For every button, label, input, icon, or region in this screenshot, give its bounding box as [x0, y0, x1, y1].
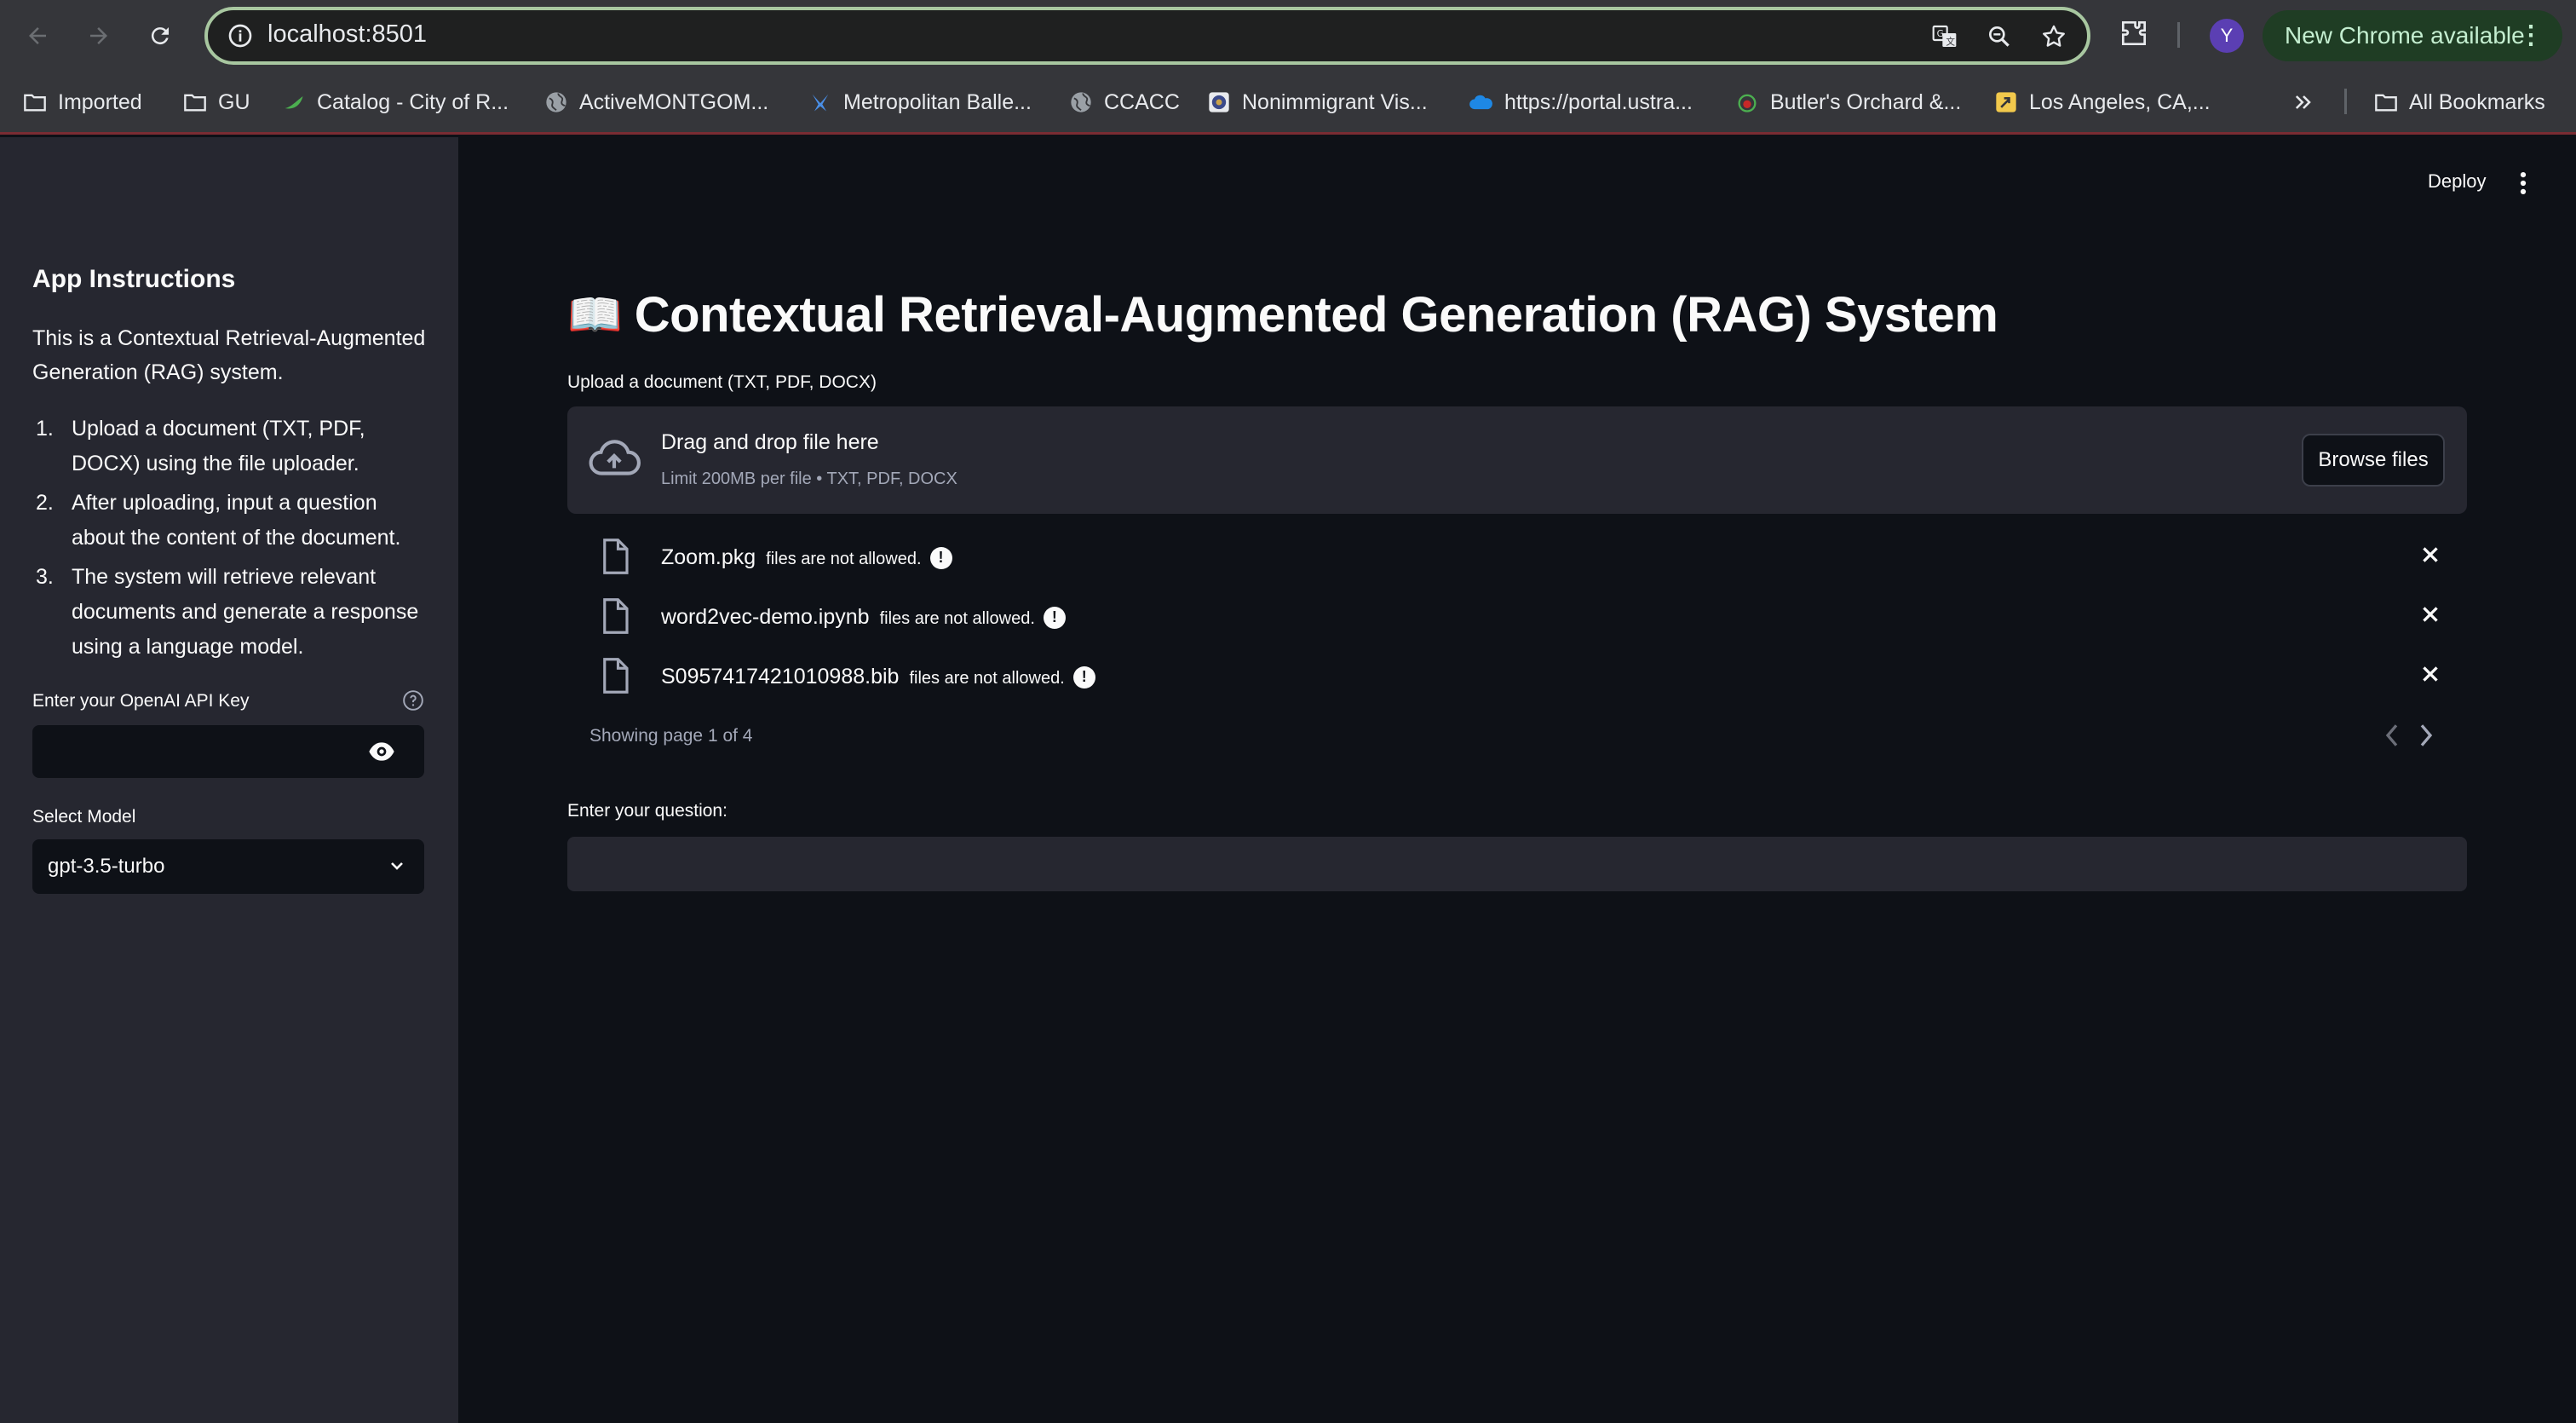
- bookmarks-bar: Imported GU Catalog - City of R... Activ…: [0, 72, 2576, 135]
- file-document-icon: [600, 658, 630, 698]
- zoom-icon[interactable]: [1981, 19, 2017, 55]
- bookmark-catalog-city[interactable]: Catalog - City of R...: [281, 85, 509, 119]
- file-document-icon: [600, 598, 630, 638]
- error-alert-icon: !: [1072, 665, 1095, 688]
- globe-icon: [1068, 89, 1094, 115]
- all-bookmarks[interactable]: All Bookmarks: [2373, 85, 2545, 119]
- folder-icon: [182, 89, 208, 115]
- file-name: Zoom.pkg: [661, 545, 756, 569]
- svg-text:文: 文: [1946, 36, 1955, 47]
- dropzone-limits: Limit 200MB per file • TXT, PDF, DOCX: [661, 470, 957, 488]
- file-dropzone[interactable]: Drag and drop file here Limit 200MB per …: [567, 406, 2467, 514]
- browser-toolbar: localhost:8501 G文 Y New Chrome available…: [0, 0, 2576, 72]
- model-select-label: Select Model: [32, 807, 136, 827]
- bookmark-butlers-orchard[interactable]: Butler's Orchard &...: [1734, 85, 1961, 119]
- star-icon: [808, 89, 833, 115]
- pagination-controls: [2382, 723, 2436, 752]
- leaf-icon: [281, 89, 307, 115]
- bookmark-nonimmigrant-visa[interactable]: Nonimmigrant Vis...: [1206, 85, 1428, 119]
- profile-avatar[interactable]: Y: [2210, 19, 2244, 53]
- page-title-text: Contextual Retrieval-Augmented Generatio…: [634, 287, 1998, 343]
- upload-label: Upload a document (TXT, PDF, DOCX): [567, 372, 877, 392]
- reload-icon[interactable]: [143, 19, 177, 53]
- uploaded-file-row: word2vec-demo.ipynb files are not allowed…: [567, 591, 2467, 642]
- previous-page-chevron-icon[interactable]: [2382, 723, 2402, 752]
- bookmark-los-angeles[interactable]: Los Angeles, CA,...: [1993, 85, 2211, 119]
- sidebar-title: App Instructions: [32, 265, 236, 293]
- page-title: 📖 Contextual Retrieval-Augmented Generat…: [567, 286, 1998, 343]
- apple-icon: [1734, 89, 1760, 115]
- remove-file-close-icon[interactable]: [2419, 603, 2441, 630]
- bookmarks-separator: [2344, 89, 2347, 114]
- sidebar: App Instructions This is a Contextual Re…: [0, 137, 458, 1423]
- cloud-icon: [1469, 89, 1494, 115]
- instruction-step: 2. After uploading, input a question abou…: [36, 491, 401, 550]
- model-select-value: gpt-3.5-turbo: [48, 855, 165, 878]
- uploaded-file-row: Zoom.pkg files are not allowed.!: [567, 532, 2467, 583]
- show-password-eye-icon[interactable]: [368, 740, 395, 767]
- file-error-message: files are not allowed.: [879, 609, 1035, 628]
- remove-file-close-icon[interactable]: [2419, 544, 2441, 570]
- question-label: Enter your question:: [567, 801, 727, 821]
- open-book-icon: 📖: [567, 291, 623, 340]
- chevron-down-icon: [387, 843, 407, 897]
- dropzone-instructions: Drag and drop file here: [661, 430, 879, 454]
- forward-arrow-icon[interactable]: [82, 19, 116, 53]
- folder-icon: [2373, 89, 2399, 115]
- globe-icon: [543, 89, 569, 115]
- help-circle-icon[interactable]: [402, 689, 424, 716]
- browse-files-button[interactable]: Browse files: [2302, 434, 2445, 487]
- new-chrome-label: New Chrome available: [2285, 22, 2525, 49]
- more-bookmarks-chevron-icon[interactable]: [2291, 85, 2315, 119]
- remove-file-close-icon[interactable]: [2419, 663, 2441, 689]
- tag-icon: [1993, 89, 2019, 115]
- address-bar[interactable]: localhost:8501 G文: [204, 7, 2090, 65]
- model-select[interactable]: gpt-3.5-turbo: [32, 839, 424, 894]
- url-text[interactable]: localhost:8501: [267, 20, 427, 49]
- api-key-input[interactable]: [32, 725, 424, 778]
- new-chrome-available-button[interactable]: New Chrome available ⋮: [2263, 10, 2562, 61]
- instruction-step: 3. The system will retrieve relevant docu…: [36, 565, 419, 659]
- instruction-step: 1. Upload a document (TXT, PDF, DOCX) usi…: [36, 417, 365, 475]
- main-menu-icon[interactable]: [2515, 169, 2532, 202]
- instruction-list: 1. Upload a document (TXT, PDF, DOCX) usi…: [32, 412, 433, 669]
- deploy-button[interactable]: Deploy: [2428, 170, 2486, 193]
- file-name: S0957417421010988.bib: [661, 665, 900, 688]
- upload-cloud-icon: [588, 437, 641, 486]
- bookmark-imported[interactable]: Imported: [22, 85, 142, 119]
- bookmark-star-icon[interactable]: [2036, 19, 2072, 55]
- chrome-menu-icon[interactable]: ⋮: [2518, 10, 2544, 61]
- bookmark-portal-ustra[interactable]: https://portal.ustra...: [1469, 85, 1693, 119]
- bookmark-metropolitan-ballet[interactable]: Metropolitan Balle...: [808, 85, 1032, 119]
- sidebar-intro: This is a Contextual Retrieval-Augmented…: [32, 326, 426, 384]
- toolbar-separator: [2177, 22, 2180, 48]
- error-alert-icon: !: [1043, 606, 1066, 629]
- bookmark-ccacc[interactable]: CCACC: [1068, 85, 1180, 119]
- next-page-chevron-icon[interactable]: [2416, 723, 2436, 752]
- question-input[interactable]: [567, 837, 2467, 891]
- file-error-message: files are not allowed.: [766, 550, 922, 568]
- pagination-status: Showing page 1 of 4: [589, 726, 753, 746]
- bookmark-gu[interactable]: GU: [182, 85, 250, 119]
- translate-icon[interactable]: G文: [1927, 19, 1963, 55]
- api-key-label: Enter your OpenAI API Key: [32, 691, 250, 711]
- back-arrow-icon[interactable]: [20, 19, 55, 53]
- seal-icon: [1206, 89, 1232, 115]
- file-document-icon: [600, 539, 630, 579]
- bookmark-activemontgom[interactable]: ActiveMONTGOM...: [543, 85, 768, 119]
- site-info-icon[interactable]: [227, 22, 254, 54]
- file-error-message: files are not allowed.: [909, 669, 1065, 688]
- uploaded-file-row: S0957417421010988.bib files are not allow…: [567, 651, 2467, 702]
- error-alert-icon: !: [929, 546, 952, 569]
- file-name: word2vec-demo.ipynb: [661, 605, 870, 629]
- extensions-icon[interactable]: [2118, 17, 2150, 54]
- folder-icon: [22, 89, 48, 115]
